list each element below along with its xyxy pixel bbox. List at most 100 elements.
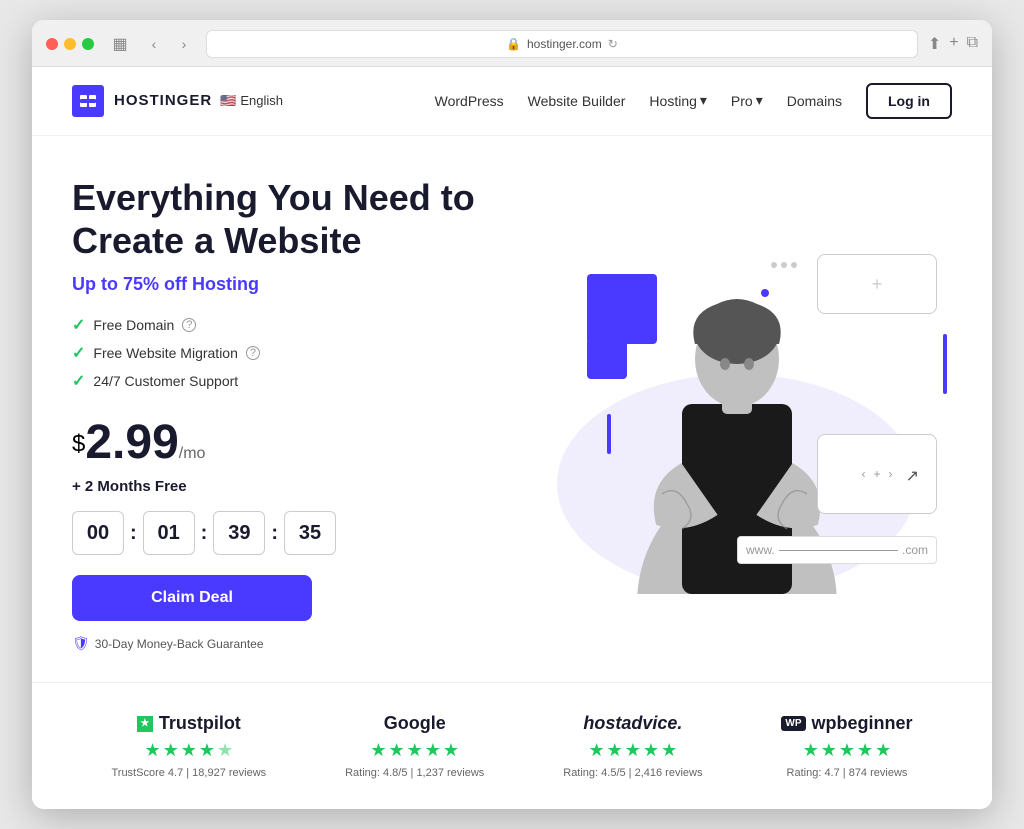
check-icon: ✓ bbox=[72, 371, 85, 391]
nav-pro[interactable]: Pro ▾ bbox=[731, 92, 763, 109]
trustpilot-logo-icon: ★ bbox=[137, 716, 153, 732]
price-value: 2.99 bbox=[85, 416, 178, 469]
hostadvice-meta: Rating: 4.5/5 | 2,416 reviews bbox=[563, 767, 702, 779]
review-google: Google ★ ★ ★ ★ ★ Rating: 4.8/5 | 1,237 r… bbox=[345, 713, 484, 779]
close-button[interactable] bbox=[46, 38, 58, 50]
review-trustpilot: ★ Trustpilot ★ ★ ★ ★ ★ TrustScore 4.7 | … bbox=[111, 713, 266, 779]
hostadvice-stars: ★ ★ ★ ★ ★ bbox=[563, 740, 702, 761]
star-1: ★ bbox=[144, 740, 160, 761]
star-3: ★ bbox=[181, 740, 197, 761]
star-5: ★ bbox=[661, 740, 677, 761]
info-icon[interactable]: ? bbox=[246, 346, 260, 360]
sidebar-toggle-icon[interactable]: ▦ bbox=[108, 32, 132, 56]
review-hostadvice: hostadvice. ★ ★ ★ ★ ★ Rating: 4.5/5 | 2,… bbox=[563, 713, 702, 779]
google-brand: Google bbox=[345, 713, 484, 734]
trustpilot-meta: TrustScore 4.7 | 18,927 reviews bbox=[111, 767, 266, 779]
star-2: ★ bbox=[821, 740, 837, 761]
logo-icon bbox=[72, 85, 104, 117]
nav-arrows: ‹ + › bbox=[861, 467, 892, 481]
purple-square-small bbox=[587, 339, 627, 379]
star-2: ★ bbox=[163, 740, 179, 761]
wpbeginner-label: wpbeginner bbox=[812, 713, 913, 734]
lock-icon: 🔒 bbox=[506, 37, 521, 51]
plus-icon: + bbox=[872, 274, 883, 295]
back-button[interactable]: ‹ bbox=[142, 32, 166, 56]
trustpilot-label: Trustpilot bbox=[159, 713, 241, 734]
url-text: hostinger.com bbox=[527, 37, 602, 51]
browser-window: ▦ ‹ › 🔒 hostinger.com ↻ ⬆ + ⧉ bbox=[32, 20, 992, 809]
domain-input-bar[interactable]: www. .com bbox=[737, 536, 937, 564]
claim-deal-button[interactable]: Claim Deal bbox=[72, 575, 312, 621]
domain-line bbox=[779, 550, 898, 551]
star-4: ★ bbox=[857, 740, 873, 761]
address-bar[interactable]: 🔒 hostinger.com ↻ bbox=[206, 30, 918, 58]
features-list: ✓ Free Domain ? ✓ Free Website Migration… bbox=[72, 315, 502, 391]
browser-chrome: ▦ ‹ › 🔒 hostinger.com ↻ ⬆ + ⧉ bbox=[32, 20, 992, 67]
star-5: ★ bbox=[875, 740, 891, 761]
forward-button[interactable]: › bbox=[172, 32, 196, 56]
nav-domains[interactable]: Domains bbox=[787, 93, 842, 109]
hero-illustration: + ‹ + › bbox=[522, 224, 952, 604]
maximize-button[interactable] bbox=[82, 38, 94, 50]
www-text: www. bbox=[746, 543, 775, 557]
new-tab-icon[interactable]: + bbox=[949, 34, 958, 54]
tabs-icon[interactable]: ⧉ bbox=[967, 34, 978, 54]
star-2: ★ bbox=[607, 740, 623, 761]
site-navigation: HOSTINGER 🇺🇸 English WordPress Website B… bbox=[32, 67, 992, 136]
language-label: English bbox=[240, 93, 283, 108]
hostadvice-label: hostadvice. bbox=[583, 713, 682, 734]
star-3: ★ bbox=[839, 740, 855, 761]
trustpilot-brand: ★ Trustpilot bbox=[111, 713, 266, 734]
feature-item: ✓ Free Domain ? bbox=[72, 315, 502, 335]
info-icon[interactable]: ? bbox=[182, 318, 196, 332]
share-icon[interactable]: ⬆ bbox=[928, 34, 941, 54]
ui-card-top: + bbox=[817, 254, 937, 314]
hero-section: Everything You Need toCreate a Website U… bbox=[32, 136, 992, 682]
com-text: .com bbox=[902, 543, 928, 557]
countdown-hours: 00 bbox=[72, 511, 124, 555]
reload-icon[interactable]: ↻ bbox=[608, 37, 618, 51]
minimize-button[interactable] bbox=[64, 38, 76, 50]
subtitle-prefix: Up to bbox=[72, 274, 123, 294]
nav-hosting[interactable]: Hosting ▾ bbox=[649, 92, 707, 109]
traffic-lights bbox=[46, 38, 94, 50]
hostadvice-brand: hostadvice. bbox=[563, 713, 702, 734]
star-3: ★ bbox=[407, 740, 423, 761]
nav-wordpress[interactable]: WordPress bbox=[435, 93, 504, 109]
price-dollar: $ bbox=[72, 431, 85, 458]
star-1: ★ bbox=[589, 740, 605, 761]
money-back-guarantee: 🛡 30-Day Money-Back Guarantee bbox=[72, 635, 502, 652]
logo-area: HOSTINGER bbox=[72, 85, 212, 117]
right-arrow-icon: › bbox=[889, 467, 893, 481]
logo-text: HOSTINGER bbox=[114, 92, 212, 109]
login-button[interactable]: Log in bbox=[866, 83, 952, 119]
feature-item: ✓ 24/7 Customer Support bbox=[72, 371, 502, 391]
nav-links: WordPress Website Builder Hosting ▾ Pro … bbox=[435, 83, 952, 119]
google-label: Google bbox=[384, 713, 446, 734]
guarantee-text: 30-Day Money-Back Guarantee bbox=[95, 637, 264, 651]
nav-website-builder[interactable]: Website Builder bbox=[528, 93, 626, 109]
flag-icon: 🇺🇸 bbox=[220, 93, 236, 109]
countdown-seconds-units: 35 bbox=[284, 511, 336, 555]
feature-label: 24/7 Customer Support bbox=[93, 373, 238, 389]
wpbeginner-meta: Rating: 4.7 | 874 reviews bbox=[781, 767, 912, 779]
ui-card-bottom: ‹ + › bbox=[817, 434, 937, 514]
left-arrow-icon: ‹ bbox=[861, 467, 865, 481]
star-2: ★ bbox=[388, 740, 404, 761]
shield-icon: 🛡 bbox=[72, 635, 90, 652]
star-half: ★ bbox=[217, 740, 233, 761]
hero-content: Everything You Need toCreate a Website U… bbox=[72, 176, 502, 652]
chevron-down-icon: ▾ bbox=[756, 92, 763, 109]
check-icon: ✓ bbox=[72, 343, 85, 363]
trustpilot-stars: ★ ★ ★ ★ ★ bbox=[111, 740, 266, 761]
star-4: ★ bbox=[643, 740, 659, 761]
star-3: ★ bbox=[625, 740, 641, 761]
plus-icon: + bbox=[873, 467, 880, 481]
wp-logo-icon: WP bbox=[781, 716, 805, 731]
star-1: ★ bbox=[370, 740, 386, 761]
price-period: /mo bbox=[179, 445, 206, 462]
countdown-sep: : bbox=[271, 522, 278, 545]
star-4: ★ bbox=[425, 740, 441, 761]
accent-line-horizontal bbox=[607, 414, 611, 454]
language-selector[interactable]: 🇺🇸 English bbox=[220, 93, 283, 109]
